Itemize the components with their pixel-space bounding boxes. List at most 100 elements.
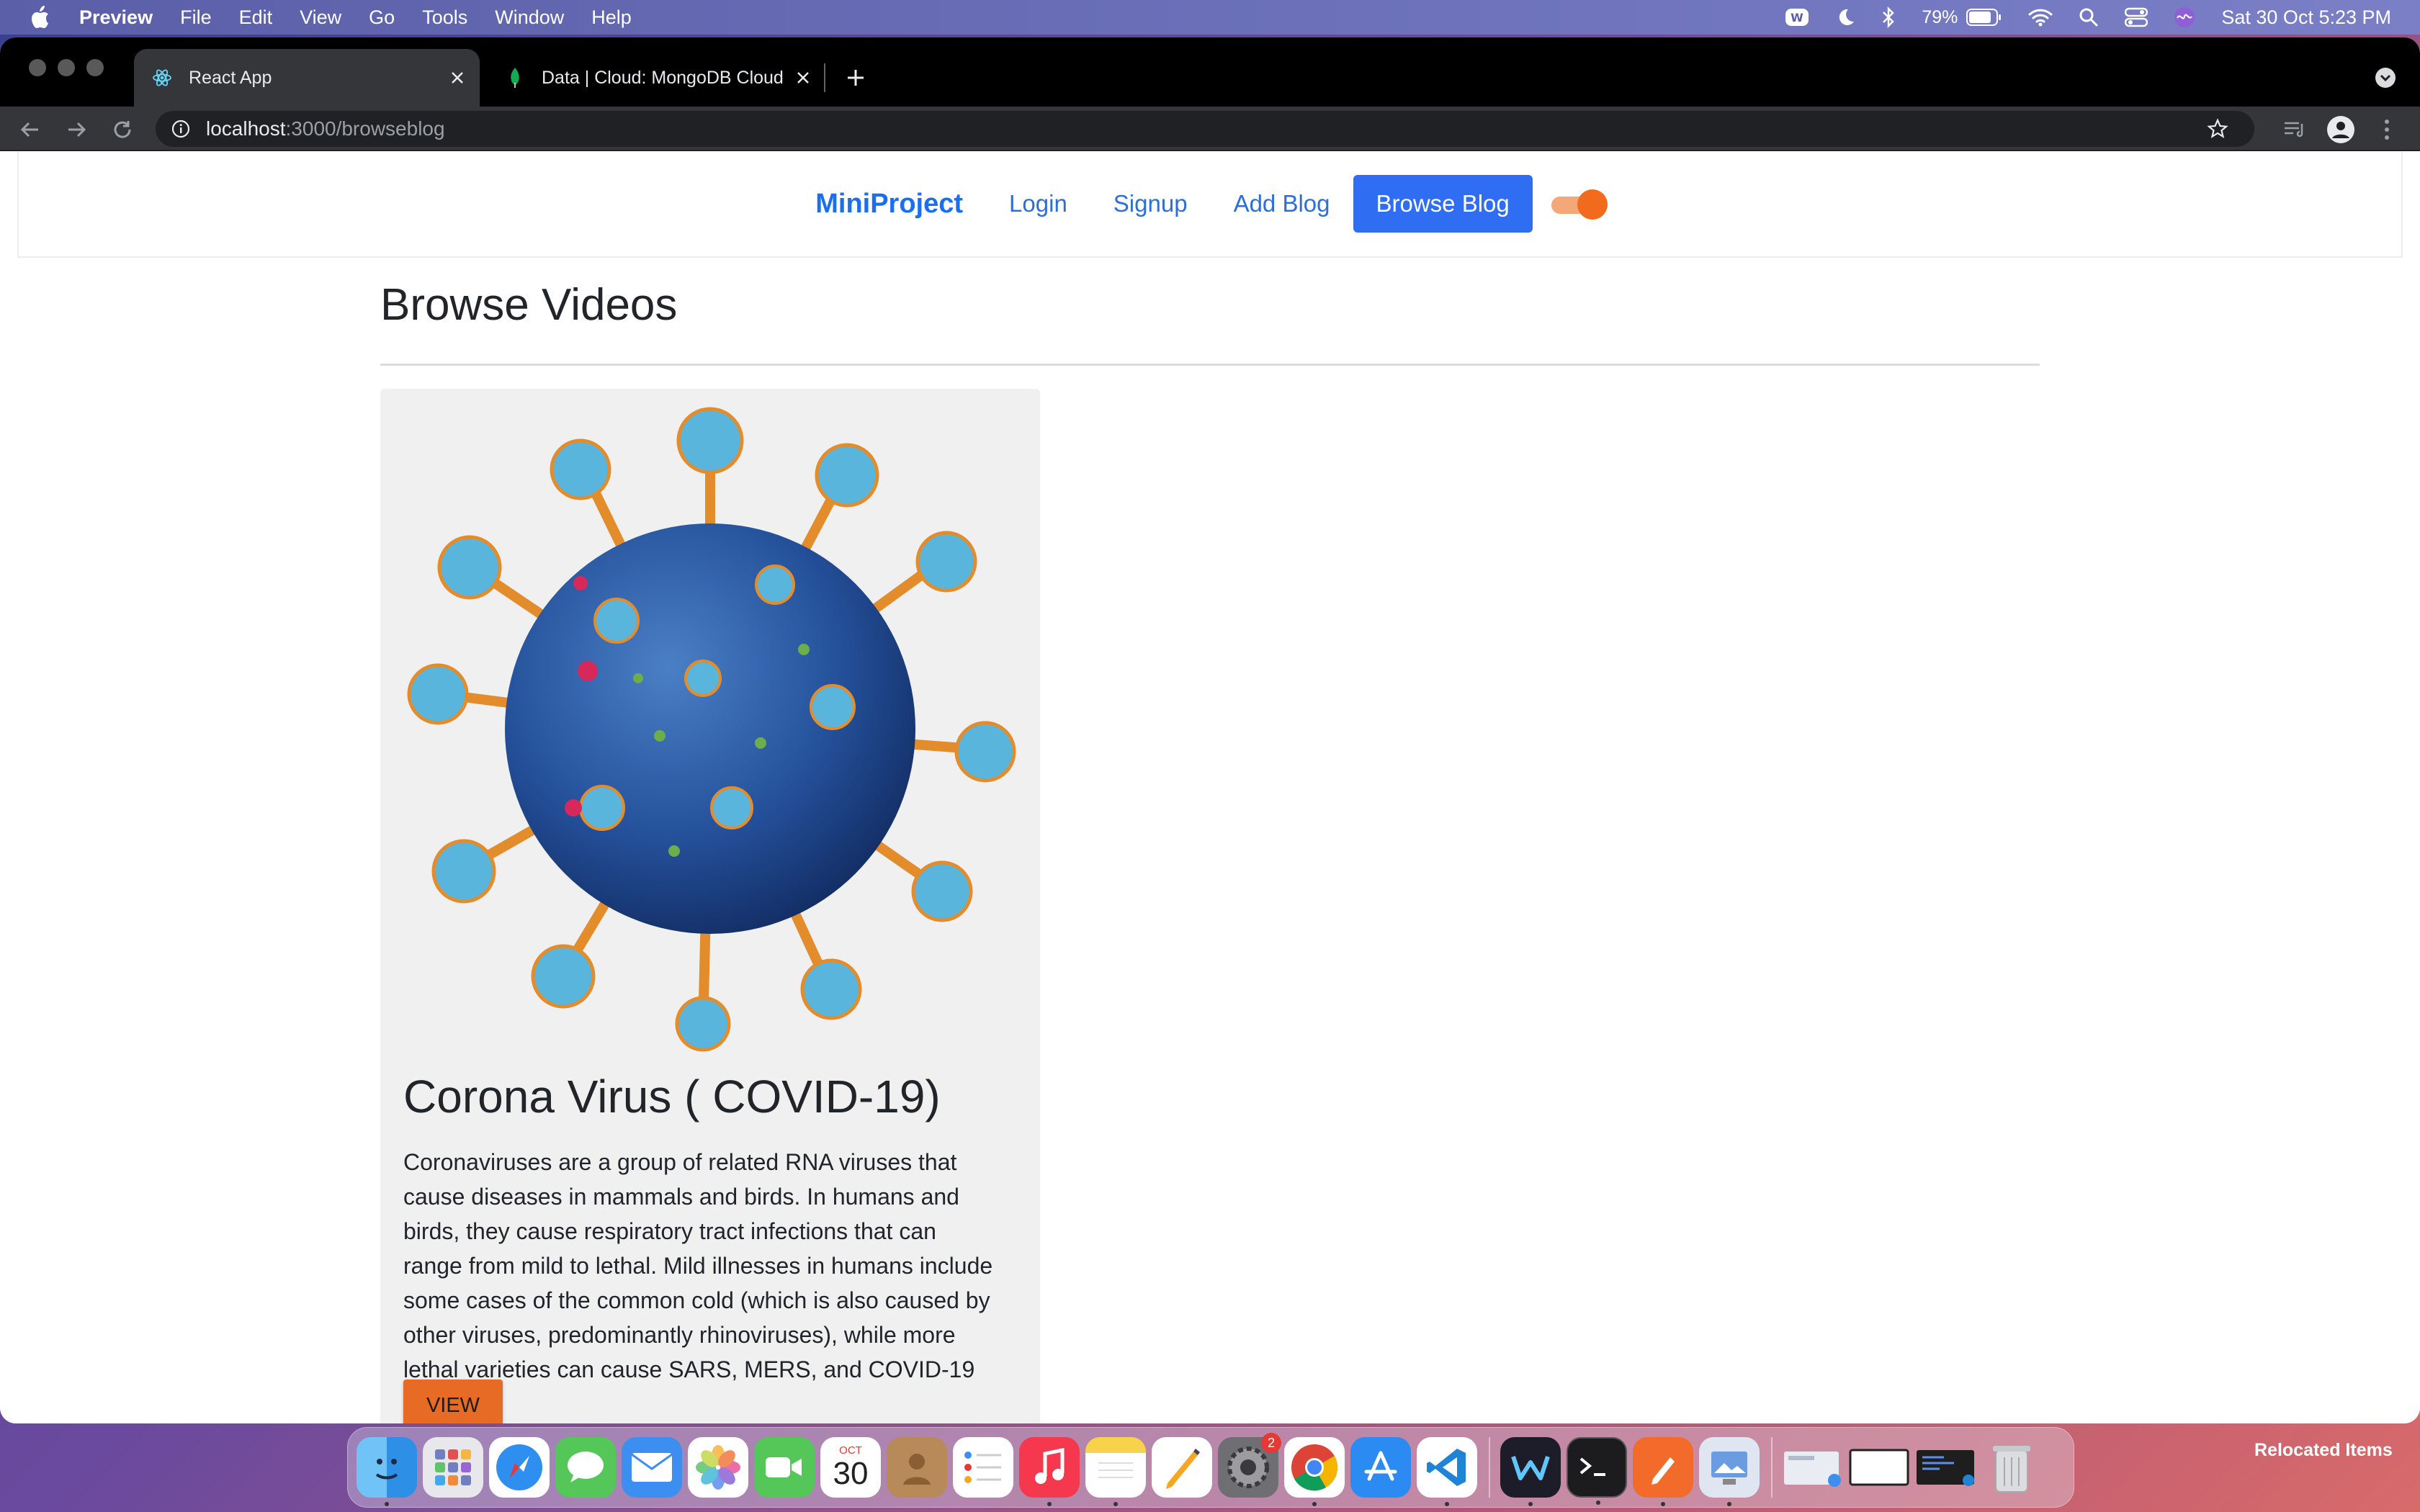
blog-card: Corona Virus ( COVID-19) Coronaviruses a… xyxy=(380,389,1040,1423)
mail-icon[interactable] xyxy=(622,1437,682,1498)
menu-window[interactable]: Window xyxy=(495,6,564,29)
downloads-stack-icon[interactable] xyxy=(1783,1437,1843,1498)
card-description-line: cause diseases in mammals and birds. In … xyxy=(403,1184,959,1210)
bluetooth-icon[interactable] xyxy=(1881,6,1896,28)
zoom-window-button[interactable] xyxy=(86,59,104,76)
calendar-icon[interactable]: OCT 30 xyxy=(820,1437,881,1498)
minimize-window-button[interactable] xyxy=(58,59,75,76)
card-description-line: other viruses, predominantly rhinoviruse… xyxy=(403,1322,956,1348)
trash-icon[interactable] xyxy=(1981,1437,2042,1498)
main-content: Browse Videos Corona Virus (COVID-19) C… xyxy=(380,280,2040,1423)
notification-badge: 2 xyxy=(1261,1433,1281,1453)
messages-icon[interactable] xyxy=(555,1437,616,1498)
title-divider xyxy=(380,364,2040,366)
chrome-icon[interactable] xyxy=(1284,1437,1345,1506)
toggle-knob xyxy=(1577,189,1608,220)
profile-avatar-icon[interactable] xyxy=(2326,115,2355,144)
nav-browse-blog-button[interactable]: Browse Blog xyxy=(1353,175,1533,233)
preview-icon[interactable] xyxy=(1699,1437,1760,1506)
music-icon[interactable] xyxy=(1019,1437,1080,1506)
browser-window: React App Data | Cloud: MongoDB Cloud lo… xyxy=(0,37,2420,1423)
window-controls xyxy=(29,59,104,76)
nav-signup-link[interactable]: Signup xyxy=(1113,190,1188,217)
card-description-line: range from mild to lethal. Mild illnesse… xyxy=(403,1253,993,1279)
menu-tools[interactable]: Tools xyxy=(422,6,467,29)
dock: OCT 30 2 xyxy=(347,1427,2074,1508)
tab-bar: React App Data | Cloud: MongoDB Cloud xyxy=(0,37,2420,107)
reload-icon[interactable] xyxy=(109,117,135,143)
bookmark-star-icon[interactable] xyxy=(2205,117,2230,141)
menu-edit[interactable]: Edit xyxy=(239,6,273,29)
browser-toolbar: localhost :3000/browseblog xyxy=(0,107,2420,151)
facetime-icon[interactable] xyxy=(754,1437,815,1498)
nav-add-blog-link[interactable]: Add Blog xyxy=(1234,190,1330,217)
pages-icon[interactable] xyxy=(1152,1437,1212,1498)
system-preferences-icon[interactable]: 2 xyxy=(1218,1433,1281,1498)
terminal-icon[interactable] xyxy=(1567,1437,1627,1505)
app-store-icon[interactable] xyxy=(1350,1437,1411,1498)
menu-go[interactable]: Go xyxy=(369,6,395,29)
siri-icon[interactable] xyxy=(2174,6,2195,28)
dock-separator xyxy=(1489,1437,1490,1498)
card-description-line: birds, they cause respiratory tract infe… xyxy=(403,1218,936,1244)
webex-app-icon[interactable] xyxy=(1500,1437,1561,1506)
menu-app-name[interactable]: Preview xyxy=(79,6,153,29)
safari-icon[interactable] xyxy=(489,1437,550,1498)
url-path: :3000/browseblog xyxy=(285,117,445,140)
relocated-items-label[interactable]: Relocated Items xyxy=(2254,1440,2393,1461)
mongodb-leaf-icon xyxy=(504,67,526,89)
battery-icon[interactable] xyxy=(1966,9,2002,26)
close-tab-icon[interactable] xyxy=(792,67,814,89)
contacts-icon[interactable] xyxy=(887,1437,947,1498)
site-navbar: MiniProject Login Signup Add Blog Browse… xyxy=(17,151,2403,258)
new-tab-icon[interactable] xyxy=(843,65,869,91)
control-center-icon[interactable] xyxy=(2125,7,2148,27)
nav-login-link[interactable]: Login xyxy=(1009,190,1067,217)
address-bar[interactable]: localhost :3000/browseblog xyxy=(156,111,2254,147)
postman-icon[interactable] xyxy=(1633,1437,1693,1506)
back-arrow-icon[interactable] xyxy=(17,117,43,143)
menu-view[interactable]: View xyxy=(300,6,341,29)
tab-title: React App xyxy=(189,67,272,88)
react-icon xyxy=(151,67,173,89)
battery-percent: 79% xyxy=(1922,6,1958,27)
theme-toggle-switch[interactable] xyxy=(1550,189,1608,220)
kebab-menu-icon[interactable] xyxy=(2372,115,2401,144)
site-info-icon[interactable] xyxy=(170,118,192,140)
finder-icon[interactable] xyxy=(357,1437,417,1506)
tab-search-icon[interactable] xyxy=(2371,63,2400,92)
close-tab-icon[interactable] xyxy=(447,67,468,89)
dock-separator xyxy=(1771,1437,1773,1498)
card-description: Coronaviruses are a group of related RNA… xyxy=(403,1145,1023,1387)
spotlight-search-icon[interactable] xyxy=(2079,7,2099,27)
window-thumbnail-icon[interactable] xyxy=(1849,1437,1909,1498)
view-button[interactable]: VIEW xyxy=(403,1380,503,1423)
menubar-clock[interactable]: Sat 30 Oct 5:23 PM xyxy=(2221,6,2391,29)
notes-icon[interactable] xyxy=(1085,1437,1146,1506)
tab-separator xyxy=(824,63,825,92)
page-title: Browse Videos xyxy=(380,280,678,330)
code-window-thumbnail-icon[interactable] xyxy=(1915,1437,1976,1498)
apple-icon[interactable] xyxy=(29,5,50,30)
moon-icon[interactable] xyxy=(1835,7,1855,27)
wifi-icon[interactable] xyxy=(2028,8,2053,27)
close-window-button[interactable] xyxy=(29,59,46,76)
card-description-line: some cases of the common cold (which is … xyxy=(403,1287,990,1313)
coronavirus-image xyxy=(407,407,1016,1052)
forward-arrow-icon[interactable] xyxy=(63,117,89,143)
web-page: MiniProject Login Signup Add Blog Browse… xyxy=(0,151,2420,1423)
vscode-icon[interactable] xyxy=(1417,1437,1477,1506)
menu-file[interactable]: File xyxy=(180,6,212,29)
tab-react-app[interactable]: React App xyxy=(134,49,480,107)
brand-logo[interactable]: MiniProject xyxy=(815,189,963,220)
menu-bar: Preview File Edit View Go Tools Window H… xyxy=(0,0,2420,35)
reading-list-icon[interactable] xyxy=(2280,115,2309,144)
card-description-line: Coronaviruses are a group of related RNA… xyxy=(403,1149,957,1175)
tab-mongodb-cloud[interactable]: Data | Cloud: MongoDB Cloud xyxy=(487,49,825,107)
menu-help[interactable]: Help xyxy=(591,6,632,29)
webex-icon[interactable]: W xyxy=(1785,8,1809,27)
photos-icon[interactable] xyxy=(688,1437,748,1498)
card-title: Corona Virus ( COVID-19) xyxy=(403,1071,941,1122)
reminders-icon[interactable] xyxy=(953,1437,1013,1498)
launchpad-icon[interactable] xyxy=(423,1437,483,1498)
